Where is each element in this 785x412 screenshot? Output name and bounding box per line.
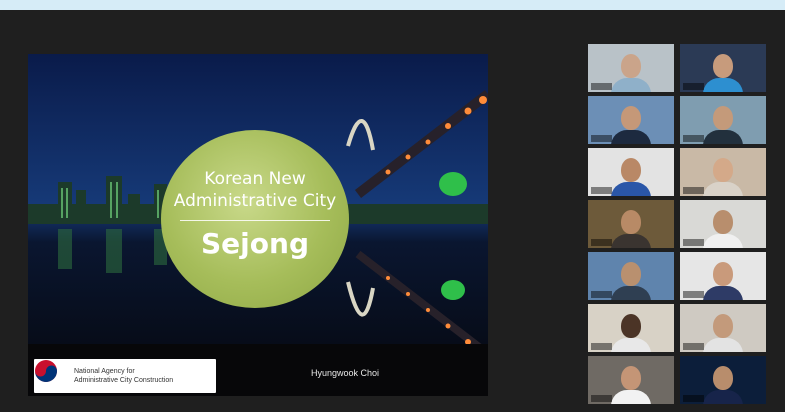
participant-face (713, 262, 733, 286)
participant-name-label (683, 291, 704, 298)
participant-face (713, 106, 733, 130)
participant-name-label (683, 343, 704, 350)
participant-face (621, 366, 641, 390)
participant-video-tile[interactable] (588, 356, 674, 404)
shared-slide: Korean New Administrative City Sejong Na… (28, 54, 488, 396)
participant-face (621, 54, 641, 78)
presenter-name: Hyungwook Choi (311, 368, 380, 378)
participant-face (621, 106, 641, 130)
participant-name-label (591, 239, 612, 246)
participant-name-label (591, 83, 612, 90)
meeting-window: Korean New Administrative City Sejong Na… (0, 10, 785, 412)
participant-face (713, 314, 733, 338)
agency-name-line-2: Administrative City Construction (74, 377, 174, 384)
agency-logo-box: National Agency for Administrative City … (34, 359, 216, 393)
participant-face (713, 54, 733, 78)
participant-video-tile[interactable] (588, 304, 674, 352)
participant-video-tile[interactable] (680, 356, 766, 404)
participant-name-label (683, 83, 704, 90)
participant-face (621, 210, 641, 234)
participant-name-label (591, 291, 612, 298)
taegeuk-logo-icon (35, 360, 57, 382)
participant-gallery (588, 44, 770, 410)
participant-video-tile[interactable] (680, 200, 766, 248)
participant-video-tile[interactable] (588, 148, 674, 196)
participant-name-label (591, 187, 612, 194)
participant-name-label (683, 187, 704, 194)
participant-video-tile[interactable] (588, 200, 674, 248)
participant-face (621, 158, 641, 182)
participant-video-tile[interactable] (588, 44, 674, 92)
participant-video-tile[interactable] (680, 304, 766, 352)
participant-face (713, 158, 733, 182)
participant-video-tile[interactable] (588, 96, 674, 144)
agency-name: National Agency for Administrative City … (74, 367, 173, 385)
participant-name-label (591, 343, 612, 350)
participant-face (713, 366, 733, 390)
participant-name-label (591, 135, 612, 142)
slide-title-disc: Korean New Administrative City Sejong (161, 130, 349, 308)
participant-face (621, 262, 641, 286)
participant-name-label (683, 239, 704, 246)
participant-face (713, 210, 733, 234)
participant-video-tile[interactable] (680, 96, 766, 144)
participant-video-tile[interactable] (680, 252, 766, 300)
slide-title-line-1: Korean New (204, 169, 306, 189)
participant-name-label (591, 395, 612, 402)
slide-title-divider (180, 220, 330, 221)
participant-video-tile[interactable] (680, 44, 766, 92)
participant-face (621, 314, 641, 338)
participant-name-label (683, 135, 704, 142)
participant-name-label (683, 395, 704, 402)
slide-title-sejong: Sejong (201, 227, 309, 260)
slide-title-line-2: Administrative City (173, 191, 337, 211)
participant-video-tile[interactable] (588, 252, 674, 300)
agency-name-line-1: National Agency for (74, 368, 135, 375)
participant-video-tile[interactable] (680, 148, 766, 196)
